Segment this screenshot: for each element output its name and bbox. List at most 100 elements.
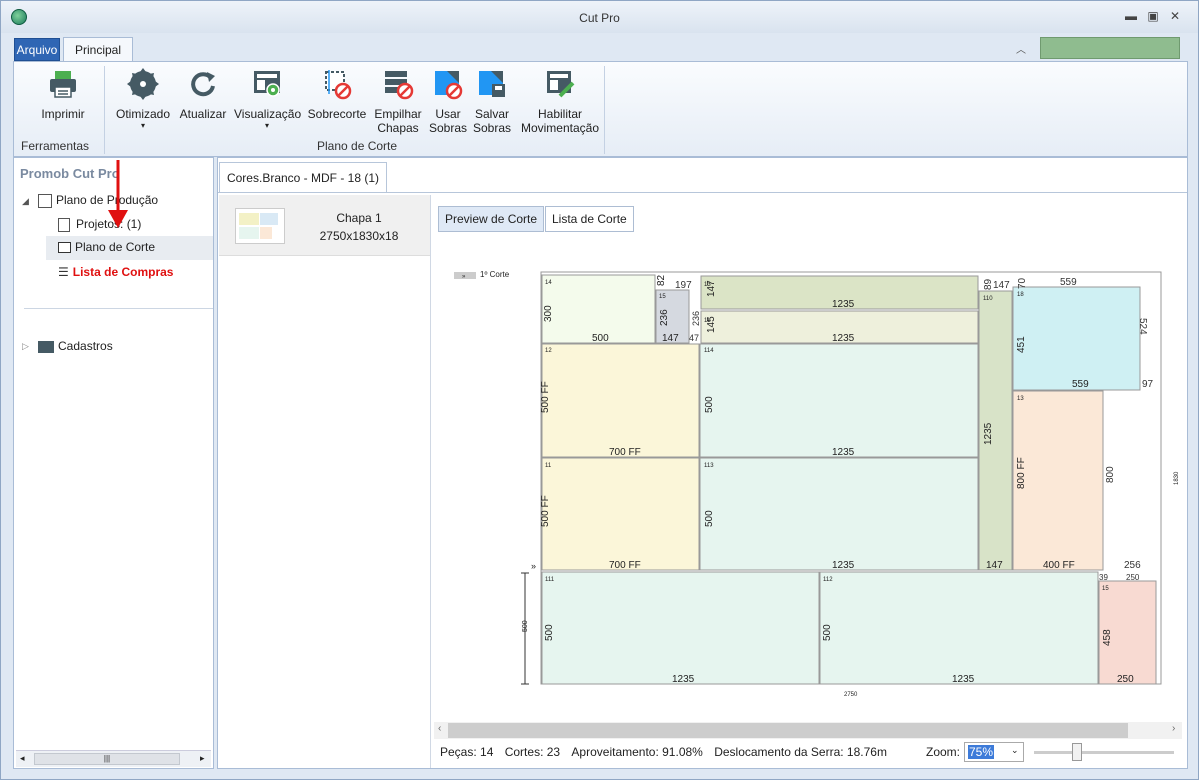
tab-arquivo[interactable]: Arquivo <box>14 38 60 61</box>
zoom-select[interactable]: 75% ⌄ <box>964 742 1024 762</box>
scroll-right-icon[interactable]: ▸ <box>200 753 205 764</box>
status-aproveitamento: Aproveitamento: 91.08% <box>571 745 703 759</box>
piece-114[interactable] <box>699 343 979 458</box>
piece-11b-w: 700 FF <box>609 560 641 571</box>
scroll-left-icon[interactable]: ◂ <box>20 753 25 764</box>
atualizar-button[interactable]: Atualizar <box>178 68 228 121</box>
piece-18[interactable] <box>1012 286 1141 391</box>
expand-icon[interactable]: ◢ <box>22 196 29 207</box>
collapsed-icon[interactable]: ▷ <box>22 341 29 352</box>
saw-blade-icon <box>127 68 159 100</box>
sheet-name: Chapa 1 <box>336 211 382 225</box>
piece-14-id: 14 <box>545 280 552 286</box>
sheet-width-label: 2750 <box>844 692 858 698</box>
scroll-left-icon[interactable]: ‹ <box>438 723 441 734</box>
collapse-ribbon-icon[interactable]: ︿ <box>1016 41 1026 56</box>
scroll-thumb[interactable] <box>448 723 1128 738</box>
piece-11b-h: 500 FF <box>540 495 551 527</box>
folder-icon <box>38 340 54 353</box>
overcut-icon <box>325 70 352 100</box>
tree-plano-corte[interactable]: Plano de Corte <box>46 236 213 260</box>
waste-label-g: 524 <box>1137 318 1148 335</box>
salvar-sobras-button[interactable]: Salvar Sobras <box>472 68 512 135</box>
waste-label-b: 47 <box>689 333 699 343</box>
piece-110-h: 1235 <box>983 422 994 445</box>
tree-plano-producao[interactable]: Plano de Produção <box>38 193 158 208</box>
cut-plan-icon <box>58 242 71 253</box>
preview-scrollbar[interactable]: ‹ › <box>434 722 1182 739</box>
sheet-item[interactable]: Chapa 1 2750x1830x18 <box>219 195 430 256</box>
sheet-thumbnail <box>235 208 285 244</box>
piece-112-w: 1235 <box>952 674 975 685</box>
piece-11b[interactable] <box>541 457 700 571</box>
sheet-list: Chapa 1 2750x1830x18 <box>219 195 431 768</box>
tree-cadastros[interactable]: Cadastros <box>38 339 113 353</box>
waste-label-h: 97 <box>1142 379 1154 390</box>
tab-principal[interactable]: Principal <box>63 37 133 62</box>
preview-corte-button[interactable]: Preview de Corte <box>438 206 545 232</box>
piece-112-id: 112 <box>823 577 833 583</box>
waste-label-f: 559 <box>1060 277 1077 288</box>
piece-13b-w: 400 FF <box>1043 560 1075 571</box>
piece-114-w: 1235 <box>832 447 855 458</box>
view-icon <box>254 71 280 97</box>
scroll-thumb[interactable]: ||| <box>34 753 180 765</box>
piece-12[interactable] <box>541 343 700 458</box>
usar-sobras-label: Sobras <box>428 121 468 135</box>
close-icon[interactable]: ✕ <box>1167 9 1183 23</box>
waste-label-j: 256 <box>1124 560 1141 571</box>
visualizacao-label: Visualização <box>234 107 302 121</box>
waste-label-i: 800 <box>1105 466 1116 483</box>
lista-corte-button[interactable]: Lista de Corte <box>545 206 634 232</box>
maximize-icon[interactable]: ▣ <box>1145 9 1161 23</box>
visualizacao-button[interactable]: Visualização ▾ <box>234 68 302 130</box>
piece-15a-h: 236 <box>659 309 670 326</box>
sobrecorte-button[interactable]: Sobrecorte <box>306 68 368 121</box>
document-tab[interactable]: Cores.Branco - MDF - 18 (1) <box>219 162 387 192</box>
habilitar-movimentacao-button[interactable]: Habilitar Movimentação <box>518 68 602 135</box>
piece-15a-id: 15 <box>659 294 666 300</box>
piece-113[interactable] <box>699 457 979 571</box>
title-bar: Cut Pro ▬ ▣ ✕ <box>1 1 1198 33</box>
piece-114-h: 500 <box>704 396 715 413</box>
visualizacao-dropdown-icon: ▾ <box>264 121 269 130</box>
group-ferramentas-label: Ferramentas <box>21 139 90 153</box>
minimize-icon[interactable]: ▬ <box>1123 9 1139 23</box>
piece-112[interactable] <box>819 571 1099 685</box>
zoom-slider-thumb[interactable] <box>1072 743 1082 761</box>
piece-11b-id: 11 <box>545 463 552 469</box>
stack-sheets-icon <box>385 71 414 100</box>
piece-12-h: 500 FF <box>540 381 551 413</box>
piece-111-w: 1235 <box>672 674 695 685</box>
empilhar-chapas-button[interactable]: Empilhar Chapas <box>372 68 424 135</box>
tree-cadastros-label: Cadastros <box>58 339 113 353</box>
left-scrollbar[interactable]: ◂ ||| ▸ <box>16 750 211 767</box>
piece-12-w: 700 FF <box>609 447 641 458</box>
imprimir-button[interactable]: Imprimir <box>36 68 90 121</box>
piece-111[interactable] <box>541 571 820 685</box>
otimizado-button[interactable]: Otimizado ▾ <box>114 68 172 130</box>
sheet-dims: 2750x1830x18 <box>319 229 399 243</box>
refresh-icon <box>191 72 215 97</box>
strip-marker-icon: » <box>531 561 536 571</box>
use-leftovers-icon <box>435 71 463 100</box>
tree-lista-compras[interactable]: ☰ Lista de Compras <box>58 265 173 279</box>
zoom-label: Zoom: <box>926 745 961 759</box>
tree-lista-compras-label: Lista de Compras <box>72 265 174 279</box>
waste-label-d: 89 <box>983 278 994 290</box>
atualizar-label: Atualizar <box>179 107 227 121</box>
corte-label: 1º Corte <box>480 270 510 279</box>
scroll-right-icon[interactable]: › <box>1172 723 1175 734</box>
save-leftovers-icon <box>479 71 505 97</box>
printer-icon <box>50 71 76 98</box>
piece-110-w: 147 <box>986 560 1003 571</box>
status-deslocamento: Deslocamento da Serra: 18.76m <box>714 745 887 759</box>
zoom-slider[interactable] <box>1034 751 1174 754</box>
group-plano-label: Plano de Corte <box>317 139 398 153</box>
waste-label-a: 197 <box>675 280 692 291</box>
piece-15b-id: 15 <box>1102 586 1109 592</box>
strip-dim-label: 500 <box>522 620 529 632</box>
piece-112-h: 500 <box>822 624 833 641</box>
main-panel: Cores.Branco - MDF - 18 (1) Chapa 1 2750… <box>217 157 1188 769</box>
usar-sobras-button[interactable]: Usar Sobras <box>428 68 468 135</box>
